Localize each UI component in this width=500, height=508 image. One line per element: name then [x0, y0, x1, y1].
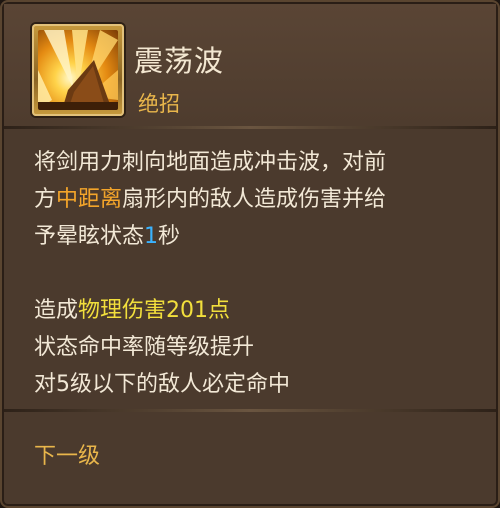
skill-tooltip-panel: 震荡波 绝招 将剑用力刺向地面造成冲击波，对前 方中距离扇形内的敌人造成伤害并给…	[0, 0, 500, 508]
skill-type-label: 绝招	[138, 92, 180, 116]
description-text: 秒	[158, 224, 181, 249]
skill-header: 震荡波 绝招	[4, 4, 496, 126]
description-text: 方	[34, 187, 57, 212]
shockwave-skill-icon	[38, 30, 118, 110]
description-line-3: 予晕眩状态1秒	[34, 218, 474, 255]
range-highlight: 中距离	[56, 187, 123, 212]
damage-value-highlight: 物理伤害201点	[78, 298, 231, 323]
skill-icon-frame	[32, 24, 124, 116]
footer-divider	[4, 409, 496, 412]
skill-name: 震荡波	[134, 44, 225, 78]
duration-highlight: 1	[144, 224, 159, 249]
guaranteed-hit-line: 对5级以下的敌人必定命中	[34, 372, 290, 397]
description-line-1: 将剑用力刺向地面造成冲击波，对前	[34, 150, 387, 175]
hit-rate-line: 状态命中率随等级提升	[34, 335, 255, 360]
next-level-label: 下一级	[34, 444, 101, 469]
damage-line: 造成物理伤害201点	[34, 292, 474, 329]
description-text: 予晕眩状态	[34, 224, 145, 249]
skill-description: 将剑用力刺向地面造成冲击波，对前 方中距离扇形内的敌人造成伤害并给 予晕眩状态1…	[34, 144, 474, 403]
header-divider	[4, 126, 496, 129]
description-text: 扇形内的敌人造成伤害并给	[122, 187, 387, 212]
damage-prefix: 造成	[34, 298, 79, 323]
description-line-2: 方中距离扇形内的敌人造成伤害并给	[34, 181, 474, 218]
